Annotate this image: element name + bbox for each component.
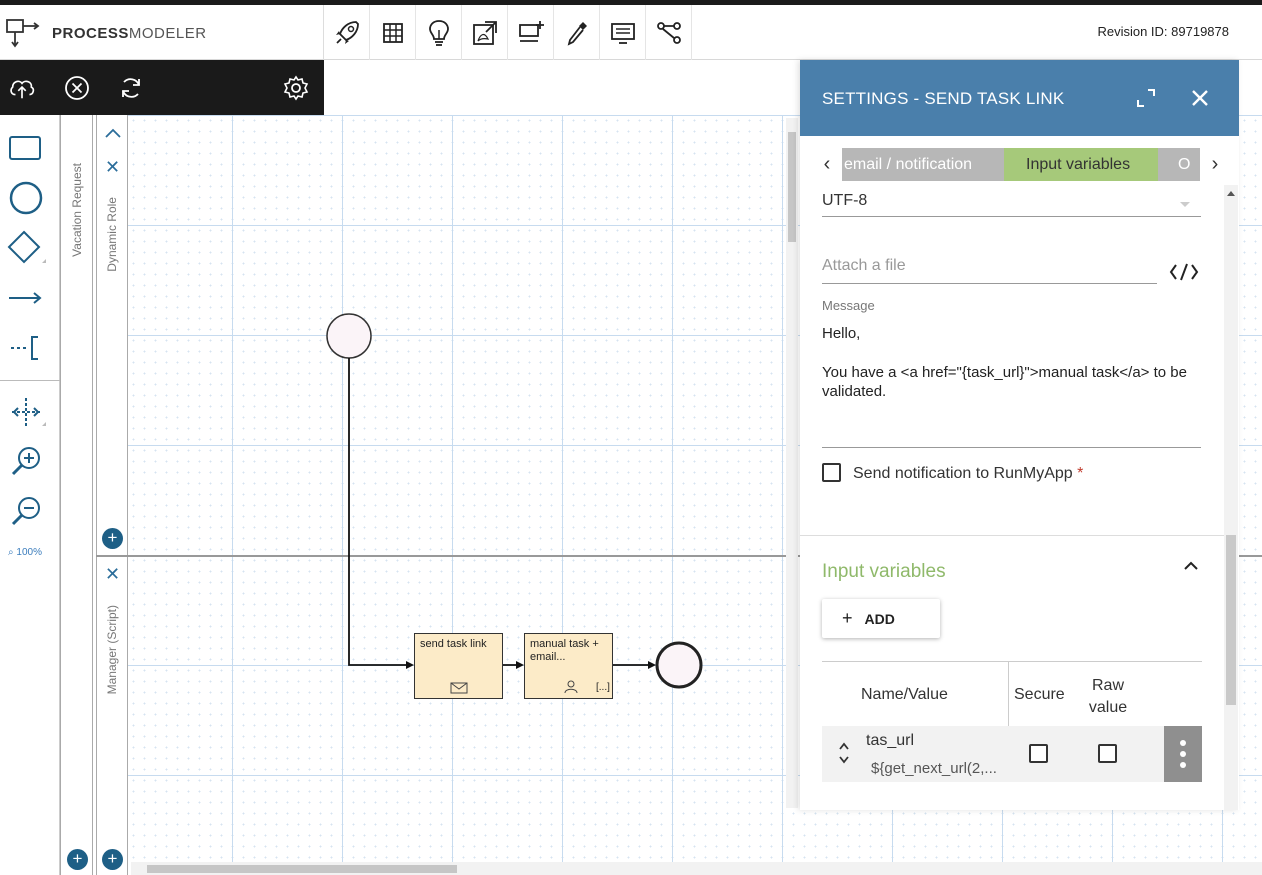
row-name[interactable]: tas_url [866, 732, 914, 750]
task-send-task-link[interactable]: send task link [414, 633, 503, 699]
subprocess-marker: [...] [596, 682, 610, 693]
envelope-icon [450, 682, 468, 694]
message-underline [822, 447, 1201, 448]
encoding-select[interactable]: UTF-8 [822, 192, 867, 210]
task-manual-task[interactable]: manual task + email... [...] [524, 633, 613, 699]
task2-label: manual task + email... [530, 638, 599, 663]
message-line1[interactable]: Hello, [822, 325, 860, 342]
tabs-prev-icon[interactable]: ‹ [812, 148, 842, 181]
tab-output-variables[interactable]: O [1158, 148, 1200, 181]
user-task-icon [564, 680, 578, 694]
col-name-value: Name/Value [861, 686, 948, 703]
col-secure: Secure [1014, 686, 1065, 703]
section-divider [800, 535, 1225, 536]
table-row[interactable]: tas_url ${get_next_url(2,... [822, 726, 1202, 782]
chevron-down-icon[interactable] [1178, 200, 1192, 208]
scroll-up-icon[interactable] [1226, 189, 1236, 197]
reorder-icon[interactable] [837, 740, 851, 766]
add-variable-button[interactable]: + ADD [822, 599, 940, 638]
settings-tabs: ‹ email / notification Input variables O… [812, 148, 1230, 181]
settings-panel: SETTINGS - SEND TASK LINK ‹ email / noti… [800, 60, 1239, 810]
tabs-next-icon[interactable]: › [1200, 148, 1230, 181]
table-top-border [822, 661, 1202, 662]
table-col-divider [1008, 661, 1009, 726]
input-variables-title: Input variables [822, 561, 946, 582]
canvas-vertical-scroll-thumb[interactable] [788, 132, 796, 242]
flow-start-to-task1[interactable] [348, 358, 412, 666]
notify-label-text: Send notification to RunMyApp [853, 465, 1073, 482]
plus-icon: + [842, 608, 853, 628]
lane-divider-right [1238, 555, 1262, 557]
code-icon[interactable] [1169, 261, 1199, 283]
settings-title: SETTINGS - SEND TASK LINK [822, 89, 1065, 108]
attach-underline [822, 283, 1157, 284]
row-menu-button[interactable] [1164, 726, 1202, 782]
row-value[interactable]: ${get_next_url(2,... [871, 760, 997, 777]
encoding-underline [822, 216, 1201, 217]
expand-icon[interactable] [1135, 87, 1157, 109]
collapse-chevron-icon[interactable] [1182, 559, 1200, 571]
notify-label: Send notification to RunMyApp * [853, 465, 1083, 483]
canvas-vertical-scrollbar[interactable] [786, 118, 798, 808]
settings-content: UTF-8 Attach a file Message Hello, You h… [800, 185, 1225, 810]
tab-email-notification[interactable]: email / notification [842, 148, 1004, 181]
message-body[interactable]: You have a <a href="{task_url}">manual t… [822, 363, 1207, 401]
end-event[interactable] [655, 641, 703, 689]
settings-header: SETTINGS - SEND TASK LINK [800, 60, 1239, 136]
attach-file-field[interactable]: Attach a file [822, 257, 906, 275]
panel-scroll-thumb[interactable] [1226, 535, 1236, 705]
tab-input-label: Input variables [1026, 155, 1131, 173]
close-icon[interactable] [1190, 88, 1210, 108]
row-raw-checkbox[interactable] [1098, 744, 1117, 763]
tab-input-variables[interactable]: Input variables [1004, 148, 1158, 181]
diagram-flows [326, 313, 703, 689]
row-secure-checkbox[interactable] [1029, 744, 1048, 763]
add-variable-label: ADD [864, 610, 895, 627]
notify-checkbox[interactable] [822, 463, 841, 482]
revision-id: Revision ID: 89719878 [1097, 24, 1229, 39]
tab-out-label: O [1178, 155, 1191, 173]
tab-email-label: email / notification [844, 155, 973, 173]
message-label: Message [822, 298, 875, 313]
more-vertical-icon [1180, 740, 1186, 768]
task1-label: send task link [420, 638, 487, 650]
required-mark: * [1077, 465, 1084, 482]
canvas-horizontal-scrollbar[interactable] [131, 862, 1262, 875]
start-event[interactable] [326, 313, 372, 359]
panel-scrollbar[interactable] [1224, 185, 1238, 810]
canvas-horizontal-scroll-thumb[interactable] [147, 865, 457, 873]
col-raw-value: Raw value [1088, 677, 1128, 716]
